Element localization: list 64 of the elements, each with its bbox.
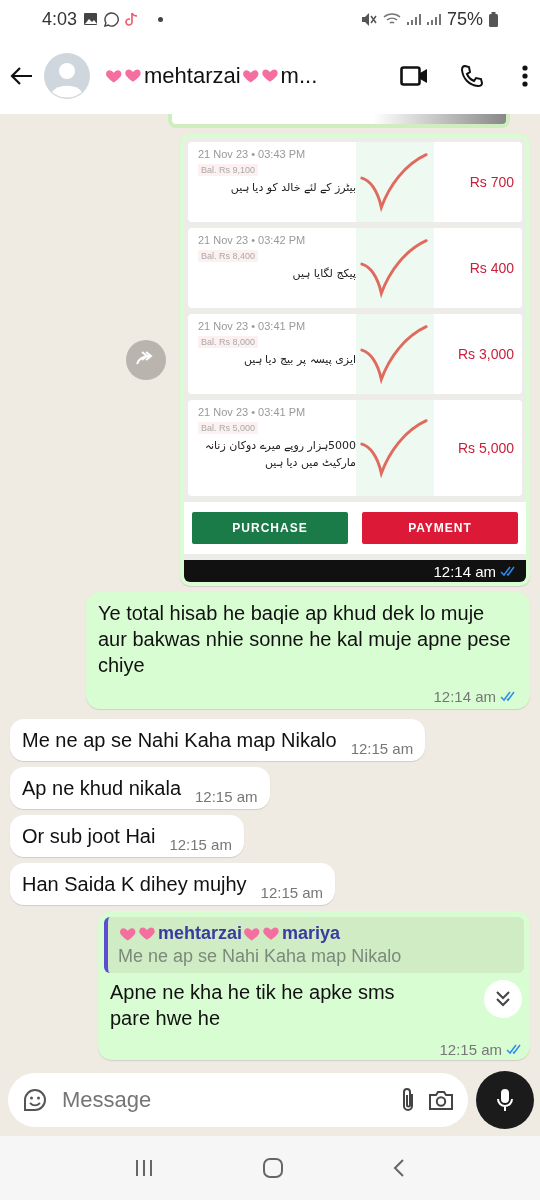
contact-name[interactable]: mehtarzai [144,63,241,89]
ledger-button: PURCHASE [192,512,348,544]
image-message[interactable] [180,134,530,586]
message-time: 12:14 am [433,688,496,705]
message-composer[interactable]: Message [8,1073,468,1127]
message-time: 12:15 am [195,788,258,805]
message-text: Apne ne kha he tik he apke sms pare hwe he [109,980,396,1031]
entry-date: 21 Nov 23 • 03:42 PM [198,234,307,246]
quoted-message[interactable]: mehtarzai mariya Me ne ap se Nahi Kaha map Nikalo [104,917,524,973]
message-time: 12:14 am [433,562,496,580]
battery-icon [489,11,498,27]
back-icon[interactable] [392,1158,406,1178]
music-note-icon [125,11,139,27]
chat-bubble-icon [104,11,120,27]
balance-tag: Bal. Rs 9,100 [198,164,259,176]
quoted-text: Me ne ap se Nahi Kaha map Nikalo [118,946,403,967]
entry-date: 21 Nov 23 • 03:43 PM [198,148,307,160]
message-text: Ye total hisab he baqie ap khud dek lo muje aur bakwas nhie sonne he kal muje apne pese chiye [98,601,512,678]
message-time: 12:15 am [439,1041,502,1058]
ledger-button: PAYMENT [362,512,518,544]
balance-tag: Bal. Rs 8,000 [198,336,259,348]
clock: 4:03 [42,8,78,30]
wifi-icon [382,12,401,26]
entry-date: 21 Nov 23 • 03:41 PM [198,320,307,332]
message-text: Or sub joot Hai [22,824,156,849]
entry-amount: Rs 5,000 [456,440,515,456]
entry-amount: Rs 700 [468,174,515,190]
entry-note: پیکج لگایا ہیں [291,266,356,282]
message-text: Me ne ap se Nahi Kaha map Nikalo [22,728,337,753]
message-time: 12:15 am [260,884,324,901]
entry-amount: Rs 400 [468,260,515,276]
notification-dot-icon [158,16,164,22]
entry-note: بیٹرز کے لئے خالد کو دیا ہیں [229,180,356,196]
balance-tag: Bal. Rs 8,400 [198,250,259,262]
more-options-icon[interactable] [522,65,528,87]
microphone-button[interactable] [476,1071,534,1129]
mute-icon [360,11,377,27]
message-time: 12:15 am [169,836,232,853]
phone-icon[interactable] [460,64,484,88]
battery-percent: 75% [446,8,483,30]
gallery-icon [83,12,99,26]
scroll-down-icon[interactable] [484,980,522,1018]
quoted-sender: mehtarzai [158,923,243,944]
signal-icon [426,12,441,26]
recent-apps-icon[interactable] [134,1159,154,1177]
balance-tag: Bal. Rs 5,000 [198,422,259,434]
entry-date: 21 Nov 23 • 03:41 PM [198,406,307,418]
message-text: Ap ne khud nikala [22,776,181,801]
message-text: Han Saida K dihey mujhy [22,872,247,897]
back-arrow-icon[interactable] [10,66,34,86]
entry-note: 5000ہزار روپے میرے دوکان زنانہ مارکیٹ میں دیا ہیں [203,438,356,471]
signal-icon [406,12,421,26]
home-icon[interactable] [262,1157,284,1179]
sticker-icon[interactable] [22,1087,48,1113]
microphone-icon [496,1088,514,1112]
camera-icon[interactable] [428,1089,454,1111]
contact-name-end[interactable]: m... [280,63,318,89]
message-field[interactable]: Message [60,1086,388,1114]
quoted-sender-end: mariya [282,923,341,944]
entry-note: ایزی پیسہ پر بیج دیا ہیں [242,352,356,368]
video-call-icon[interactable] [400,66,428,86]
entry-amount: Rs 3,000 [456,346,515,362]
message-time: 12:15 am [350,740,414,757]
attach-icon[interactable] [400,1087,416,1113]
